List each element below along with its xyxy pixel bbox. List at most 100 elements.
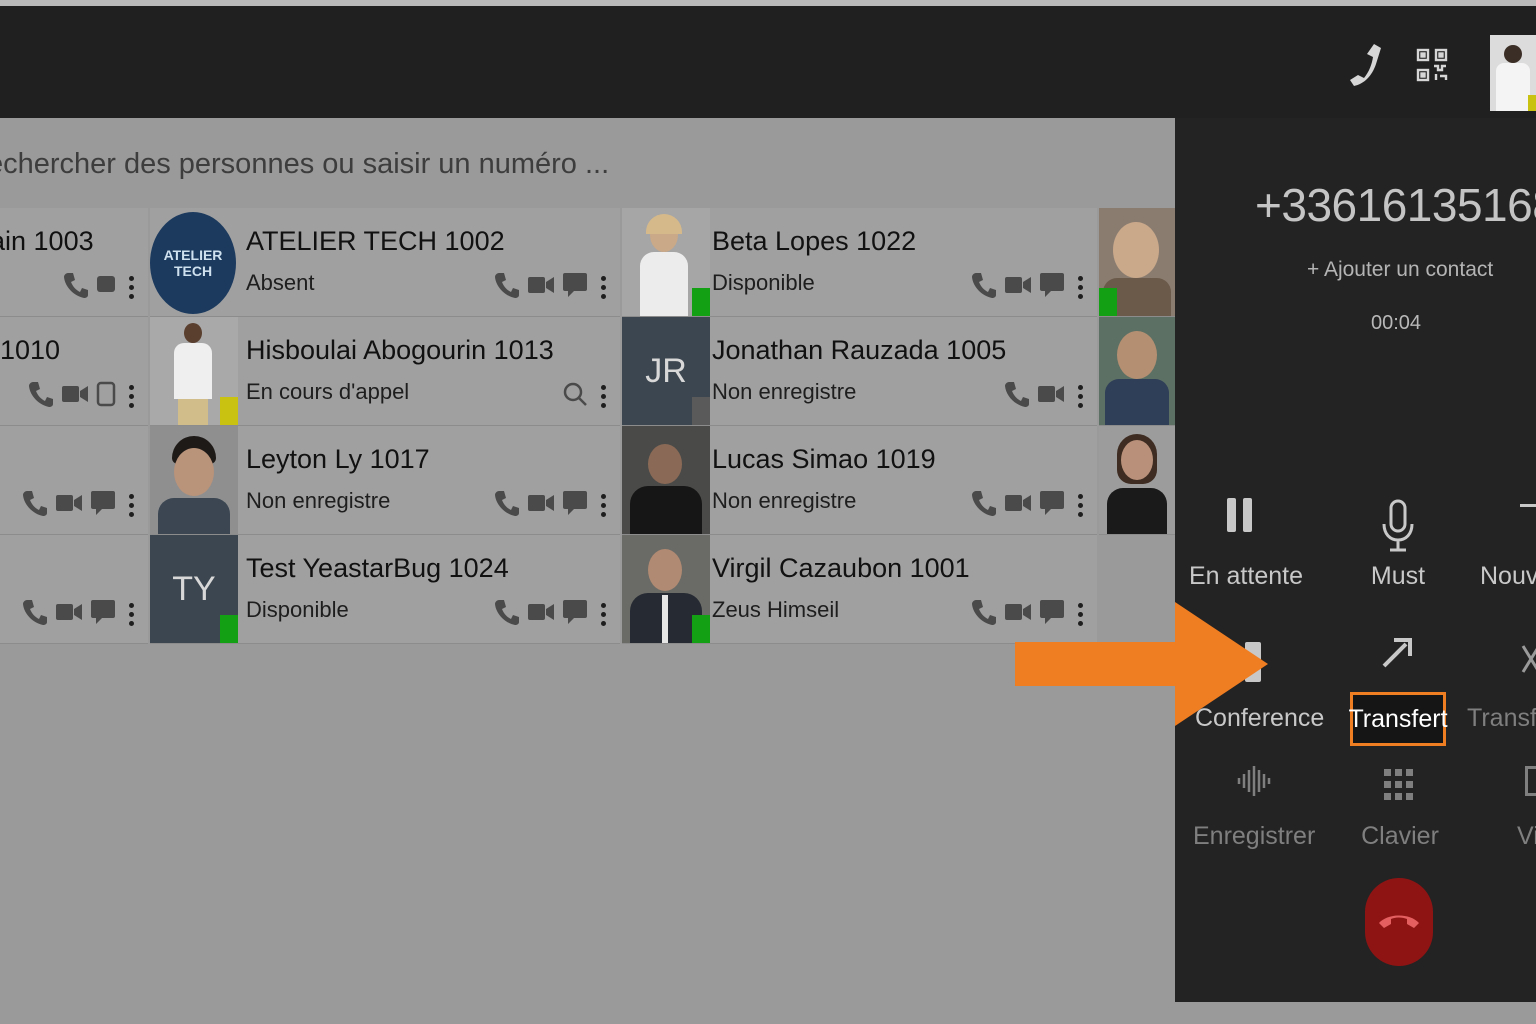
qr-code-icon[interactable] [1416,48,1448,87]
more-options-icon[interactable] [601,275,606,299]
contact-card-partial[interactable] [1099,317,1175,426]
phone-icon[interactable] [1348,42,1384,93]
contact-card[interactable]: ATELIER TECH ATELIER TECH 1002 Absent [150,208,620,317]
hangup-button[interactable] [1365,878,1433,966]
video-call-icon[interactable] [55,492,83,519]
call-icon[interactable] [1004,380,1030,413]
contact-name: 1010 [0,335,61,365]
chat-icon[interactable] [562,271,588,304]
more-options-icon[interactable] [129,493,134,517]
contact-card[interactable]: Lucas Simao 1019 Non enregistre [622,426,1097,535]
hold-button[interactable]: En attente [1189,490,1303,600]
video-call-icon[interactable] [1004,274,1032,301]
mute-button[interactable]: Must [1343,490,1453,600]
contact-photo [622,535,710,643]
more-options-icon[interactable] [129,384,134,408]
contact-card[interactable]: Beta Lopes 1022 Disponible [622,208,1097,317]
contact-card[interactable]: Leyton Ly 1017 Non enregistre [150,426,620,535]
keypad-button[interactable]: Clavier [1345,758,1455,858]
user-avatar[interactable] [1490,35,1536,111]
chat-icon[interactable] [562,489,588,522]
search-input[interactable] [0,140,1100,188]
presence-indicator [220,397,238,425]
chat-icon[interactable] [96,274,116,301]
more-options-icon[interactable] [601,384,606,408]
call-icon[interactable] [971,271,997,304]
contact-actions [494,488,606,522]
contact-card-partial[interactable] [1099,426,1175,535]
contact-card[interactable] [0,535,148,644]
call-icon[interactable] [22,489,48,522]
more-options-icon[interactable] [1078,493,1083,517]
logo-text-line2: TECH [173,263,213,279]
contact-card[interactable]: 1010 [0,317,148,426]
new-call-button[interactable]: Nouveau [1480,490,1536,600]
more-options-icon[interactable] [129,275,134,299]
contact-logo: ATELIER TECH [150,208,238,316]
keypad-icon [1383,768,1415,809]
more-options-icon[interactable] [1078,275,1083,299]
video-call-icon[interactable] [1037,383,1065,410]
contact-card[interactable]: TY Test YeastarBug 1024 Disponible [150,535,620,644]
chat-icon[interactable] [1039,271,1065,304]
contact-photo [1099,317,1175,425]
video-call-icon[interactable] [527,601,555,628]
contact-name: Test YeastarBug 1024 [246,553,509,583]
more-options-icon[interactable] [129,602,134,626]
contact-actions [22,488,134,522]
contact-card[interactable]: Alain 1003 [0,208,148,317]
contact-status: Non enregistre [712,488,857,513]
transfer-button[interactable] [1350,630,1446,690]
video-call-icon[interactable] [527,492,555,519]
contact-actions [63,270,134,304]
more-options-icon[interactable] [1078,384,1083,408]
more-options-icon[interactable] [601,602,606,626]
call-icon[interactable] [28,380,54,413]
contact-actions [1004,379,1083,413]
contact-status: Absent [246,270,315,295]
contact-name: Lucas Simao 1019 [712,444,936,474]
record-button[interactable]: Enregistrer [1193,758,1316,858]
close-icon [1521,642,1536,685]
call-panel: +33616135168 + Ajouter un contact 00:04 … [1175,118,1536,1002]
contact-actions [22,597,134,631]
video-call-icon[interactable] [55,601,83,628]
video-call-icon[interactable] [1004,492,1032,519]
call-icon[interactable] [22,598,48,631]
video-button[interactable]: Video [1505,758,1536,858]
call-icon[interactable] [971,489,997,522]
video-call-icon[interactable] [61,383,89,410]
new-call-label: Nouveau [1480,562,1536,590]
call-icon[interactable] [494,489,520,522]
chat-icon[interactable] [562,598,588,631]
contact-status: En cours d'appel [246,379,410,404]
orange-arrow-annotation [1015,602,1270,731]
presence-indicator [1099,288,1117,316]
transfer2-button[interactable]: Transfert [1465,638,1536,738]
video-call-icon[interactable] [527,274,555,301]
search-icon[interactable] [562,381,588,412]
logo-text-line1: ATELIER [163,247,223,263]
contact-card[interactable]: Hisboulai Abogourin 1013 En cours d'appe… [150,317,620,426]
contact-card[interactable] [0,426,148,535]
pause-icon [1225,496,1255,541]
more-options-icon[interactable] [601,493,606,517]
mobile-icon[interactable] [96,381,116,412]
add-contact-link[interactable]: + Ajouter un contact [1307,258,1493,282]
call-icon[interactable] [494,598,520,631]
call-icon[interactable] [971,598,997,631]
chat-icon[interactable] [90,598,116,631]
chat-icon[interactable] [90,489,116,522]
contact-card-partial[interactable] [1099,208,1175,317]
contact-actions [971,488,1083,522]
call-icon[interactable] [494,271,520,304]
video-icon [1525,766,1536,796]
contact-photo [622,426,710,534]
contact-card[interactable]: JR Jonathan Rauzada 1005 Non enregistre [622,317,1097,426]
call-icon[interactable] [63,271,89,304]
record-label: Enregistrer [1193,822,1316,850]
contact-name: ATELIER TECH 1002 [246,226,505,256]
transfer-label-highlight[interactable]: Transfert [1348,692,1448,746]
plus-icon [1520,504,1536,507]
chat-icon[interactable] [1039,489,1065,522]
